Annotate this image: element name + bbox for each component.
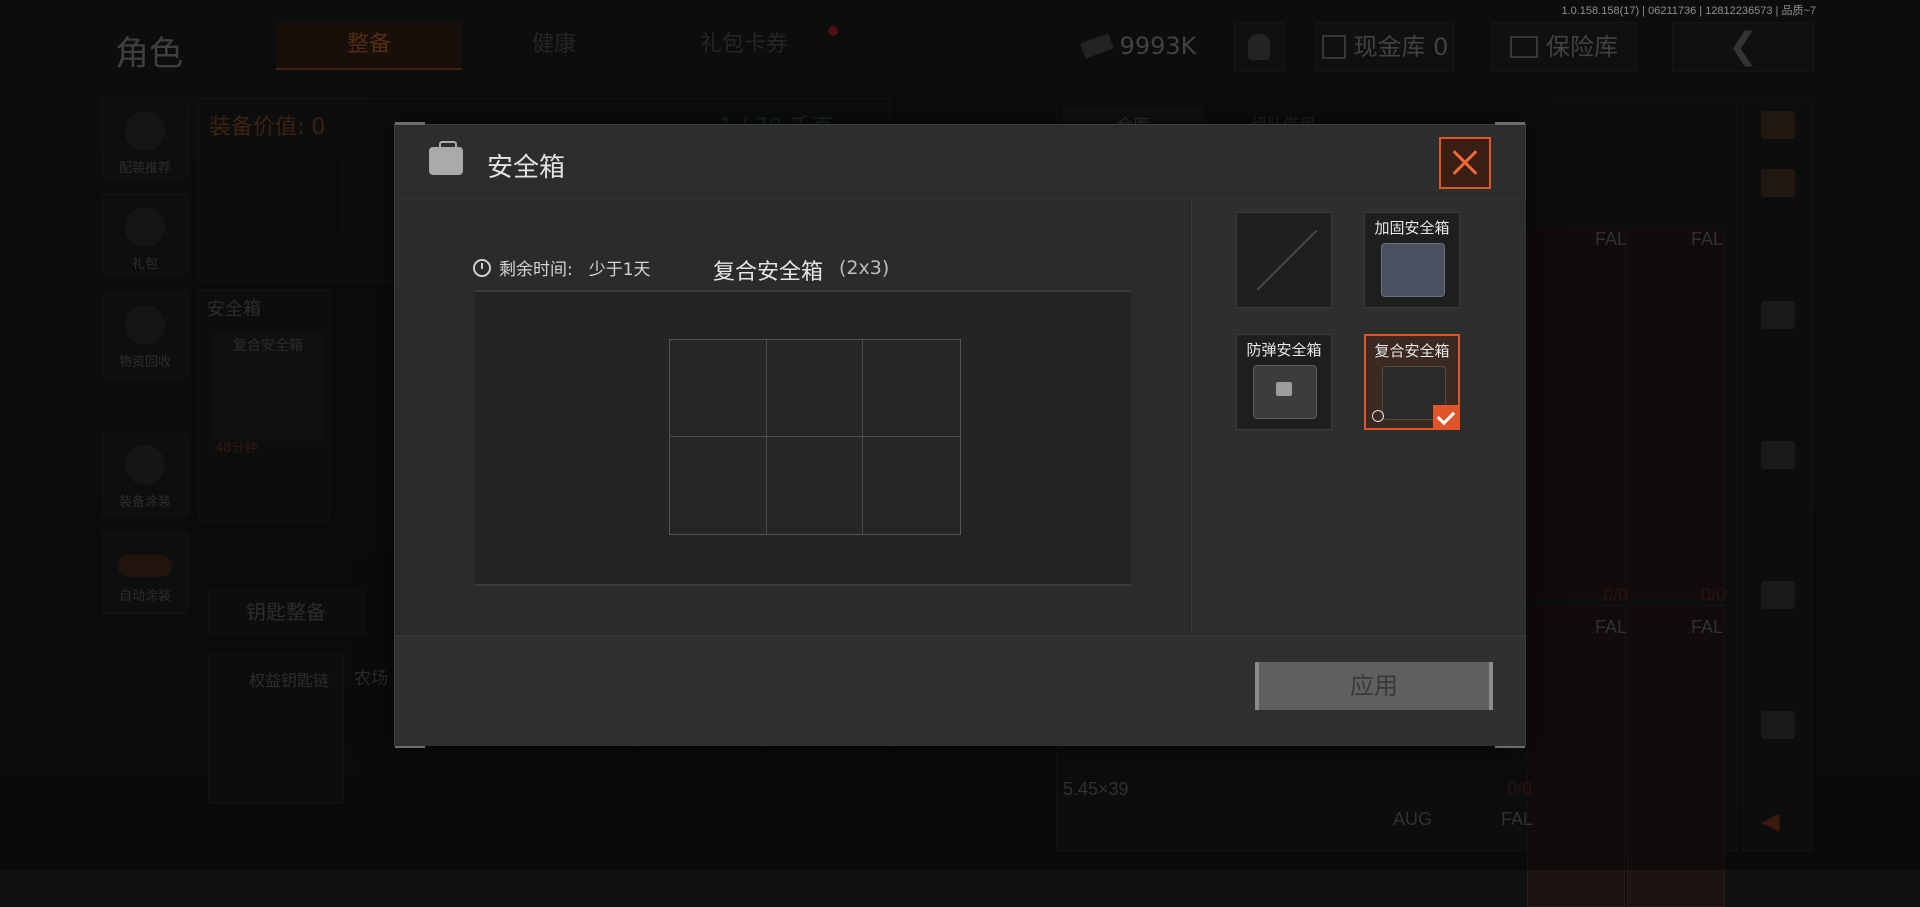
case-option-bulletproof[interactable]: 防弹安全箱 xyxy=(1236,334,1332,430)
case-size: (2x3) xyxy=(839,257,890,279)
case-slot[interactable] xyxy=(670,437,767,534)
case-slot[interactable] xyxy=(863,340,960,437)
safe-box-dialog: 安全箱 剩余时间: 少于1天 复合安全箱 (2x3) 加固安全箱 防弹安全箱 复… xyxy=(394,122,1526,748)
dialog-title: 安全箱 xyxy=(487,153,566,183)
timer-value: 少于1天 xyxy=(588,260,651,280)
case-option-empty[interactable] xyxy=(1236,212,1332,308)
dialog-header: 安全箱 xyxy=(395,125,1525,200)
case-option-composite[interactable]: 复合安全箱 xyxy=(1364,334,1460,430)
case-option-label: 加固安全箱 xyxy=(1374,219,1450,237)
lock-icon xyxy=(1276,382,1292,396)
case-slot[interactable] xyxy=(766,437,864,534)
apply-button[interactable]: 应用 xyxy=(1255,662,1493,710)
timer-row: 剩余时间: 少于1天 xyxy=(473,255,651,280)
locked-case-icon xyxy=(1253,365,1317,419)
empty-slash-icon xyxy=(1256,229,1318,291)
timer-icon xyxy=(1372,410,1384,422)
case-slot[interactable] xyxy=(766,340,864,437)
case-slot[interactable] xyxy=(863,437,960,534)
clock-icon xyxy=(473,258,491,277)
case-selection-panel: 加固安全箱 防弹安全箱 复合安全箱 xyxy=(1191,200,1526,634)
briefcase-icon xyxy=(429,141,463,175)
case-slot-grid xyxy=(669,339,961,535)
timer-label: 剩余时间: xyxy=(499,260,573,280)
case-option-label: 防弹安全箱 xyxy=(1246,341,1322,359)
close-button[interactable] xyxy=(1439,137,1491,189)
case-option-label: 复合安全箱 xyxy=(1374,342,1450,360)
case-name: 复合安全箱 xyxy=(713,260,824,285)
case-option-reinforced[interactable]: 加固安全箱 xyxy=(1364,212,1460,308)
case-slot[interactable] xyxy=(670,340,767,437)
checkmark-icon xyxy=(1433,405,1459,429)
reinforced-case-icon xyxy=(1381,243,1445,297)
